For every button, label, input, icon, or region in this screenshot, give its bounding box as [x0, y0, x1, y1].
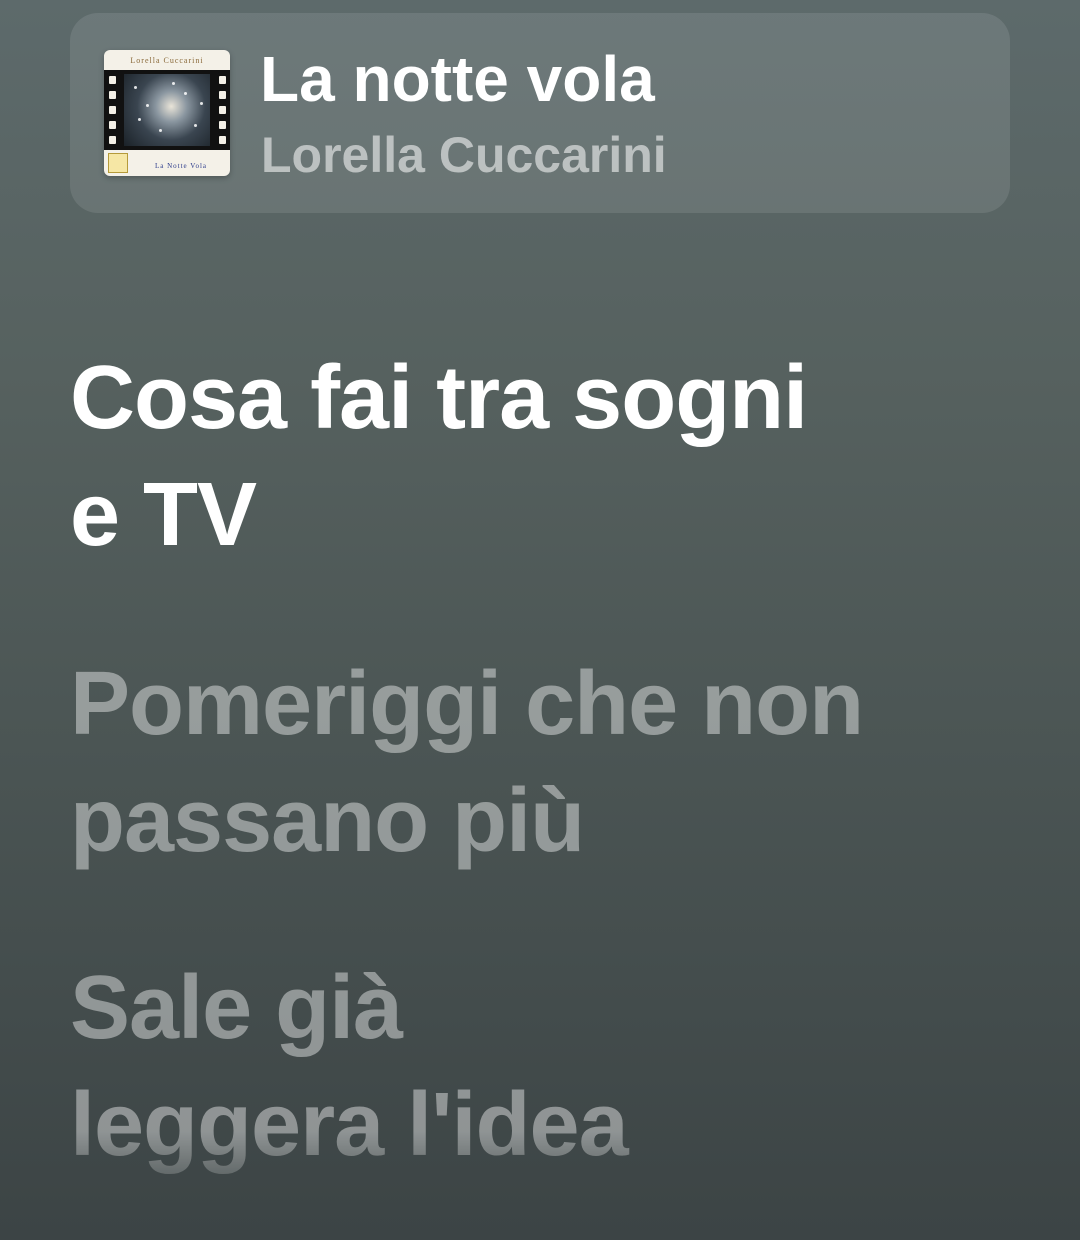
- filmstrip-sprockets-left: [106, 76, 118, 144]
- album-art[interactable]: Lorella Cuccarini La Notte Vola: [104, 50, 230, 176]
- now-playing-card[interactable]: Lorella Cuccarini La Notte Vola La notte…: [70, 13, 1010, 213]
- lyric-line-upcoming[interactable]: Sale già: [70, 950, 1060, 1067]
- lyric-line-upcoming[interactable]: leggera l'idea: [70, 1067, 1060, 1184]
- album-art-title-text: La Notte Vola: [154, 162, 207, 170]
- album-art-artist-text: Lorella Cuccarini: [130, 56, 204, 65]
- song-title: La notte vola: [260, 43, 655, 115]
- lyric-line-next[interactable]: Pomeriggi che non: [70, 646, 1060, 763]
- artist-name[interactable]: Lorella Cuccarini: [261, 125, 667, 185]
- album-art-badge: [108, 153, 128, 173]
- lyric-line-next[interactable]: passano più: [70, 763, 1060, 880]
- lyrics-view[interactable]: Cosa fai tra sogni e TV Pomeriggi che no…: [70, 340, 1060, 1184]
- album-art-photo: [124, 74, 210, 146]
- lyric-line-current[interactable]: e TV: [70, 457, 1060, 574]
- filmstrip-sprockets-right: [216, 76, 228, 144]
- lyric-line-current[interactable]: Cosa fai tra sogni: [70, 340, 1060, 457]
- album-art-filmstrip: [104, 70, 230, 150]
